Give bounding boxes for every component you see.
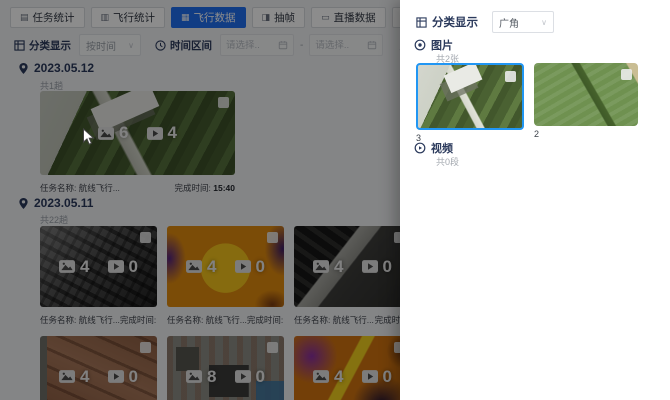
thumb-checkbox[interactable]	[621, 69, 632, 80]
mouse-cursor	[82, 128, 95, 146]
panel-title: 分类显示	[432, 14, 478, 30]
media-detail-panel: 分类显示 广角 ∨ 图片 共2张 3 2	[400, 0, 670, 400]
thumb-wrap: 3	[416, 63, 524, 143]
panel-thumbnails: 3 2	[416, 63, 638, 143]
lens-select[interactable]: 广角 ∨	[492, 11, 554, 33]
videos-count: 共0段	[436, 155, 459, 168]
panel-header: 分类显示 广角 ∨	[416, 11, 554, 33]
media-type-icon	[414, 39, 426, 51]
thumb-wrap: 2	[534, 63, 638, 143]
media-type-icon	[414, 142, 426, 154]
images-section-header: 图片	[414, 37, 453, 53]
grid-icon	[416, 17, 427, 28]
image-thumbnail-selected[interactable]	[416, 63, 524, 130]
chevron-down-icon: ∨	[541, 18, 547, 27]
image-thumbnail[interactable]	[534, 63, 638, 126]
thumb-index: 2	[534, 129, 638, 139]
thumb-checkbox[interactable]	[505, 71, 516, 82]
videos-section-header: 视频	[414, 140, 453, 156]
app-root: ▤ 任务统计 ▥ 飞行统计 ▦ 飞行数据 ◨ 抽帧 ▭ 直播数据 ↑ 问题上报 …	[0, 0, 670, 400]
